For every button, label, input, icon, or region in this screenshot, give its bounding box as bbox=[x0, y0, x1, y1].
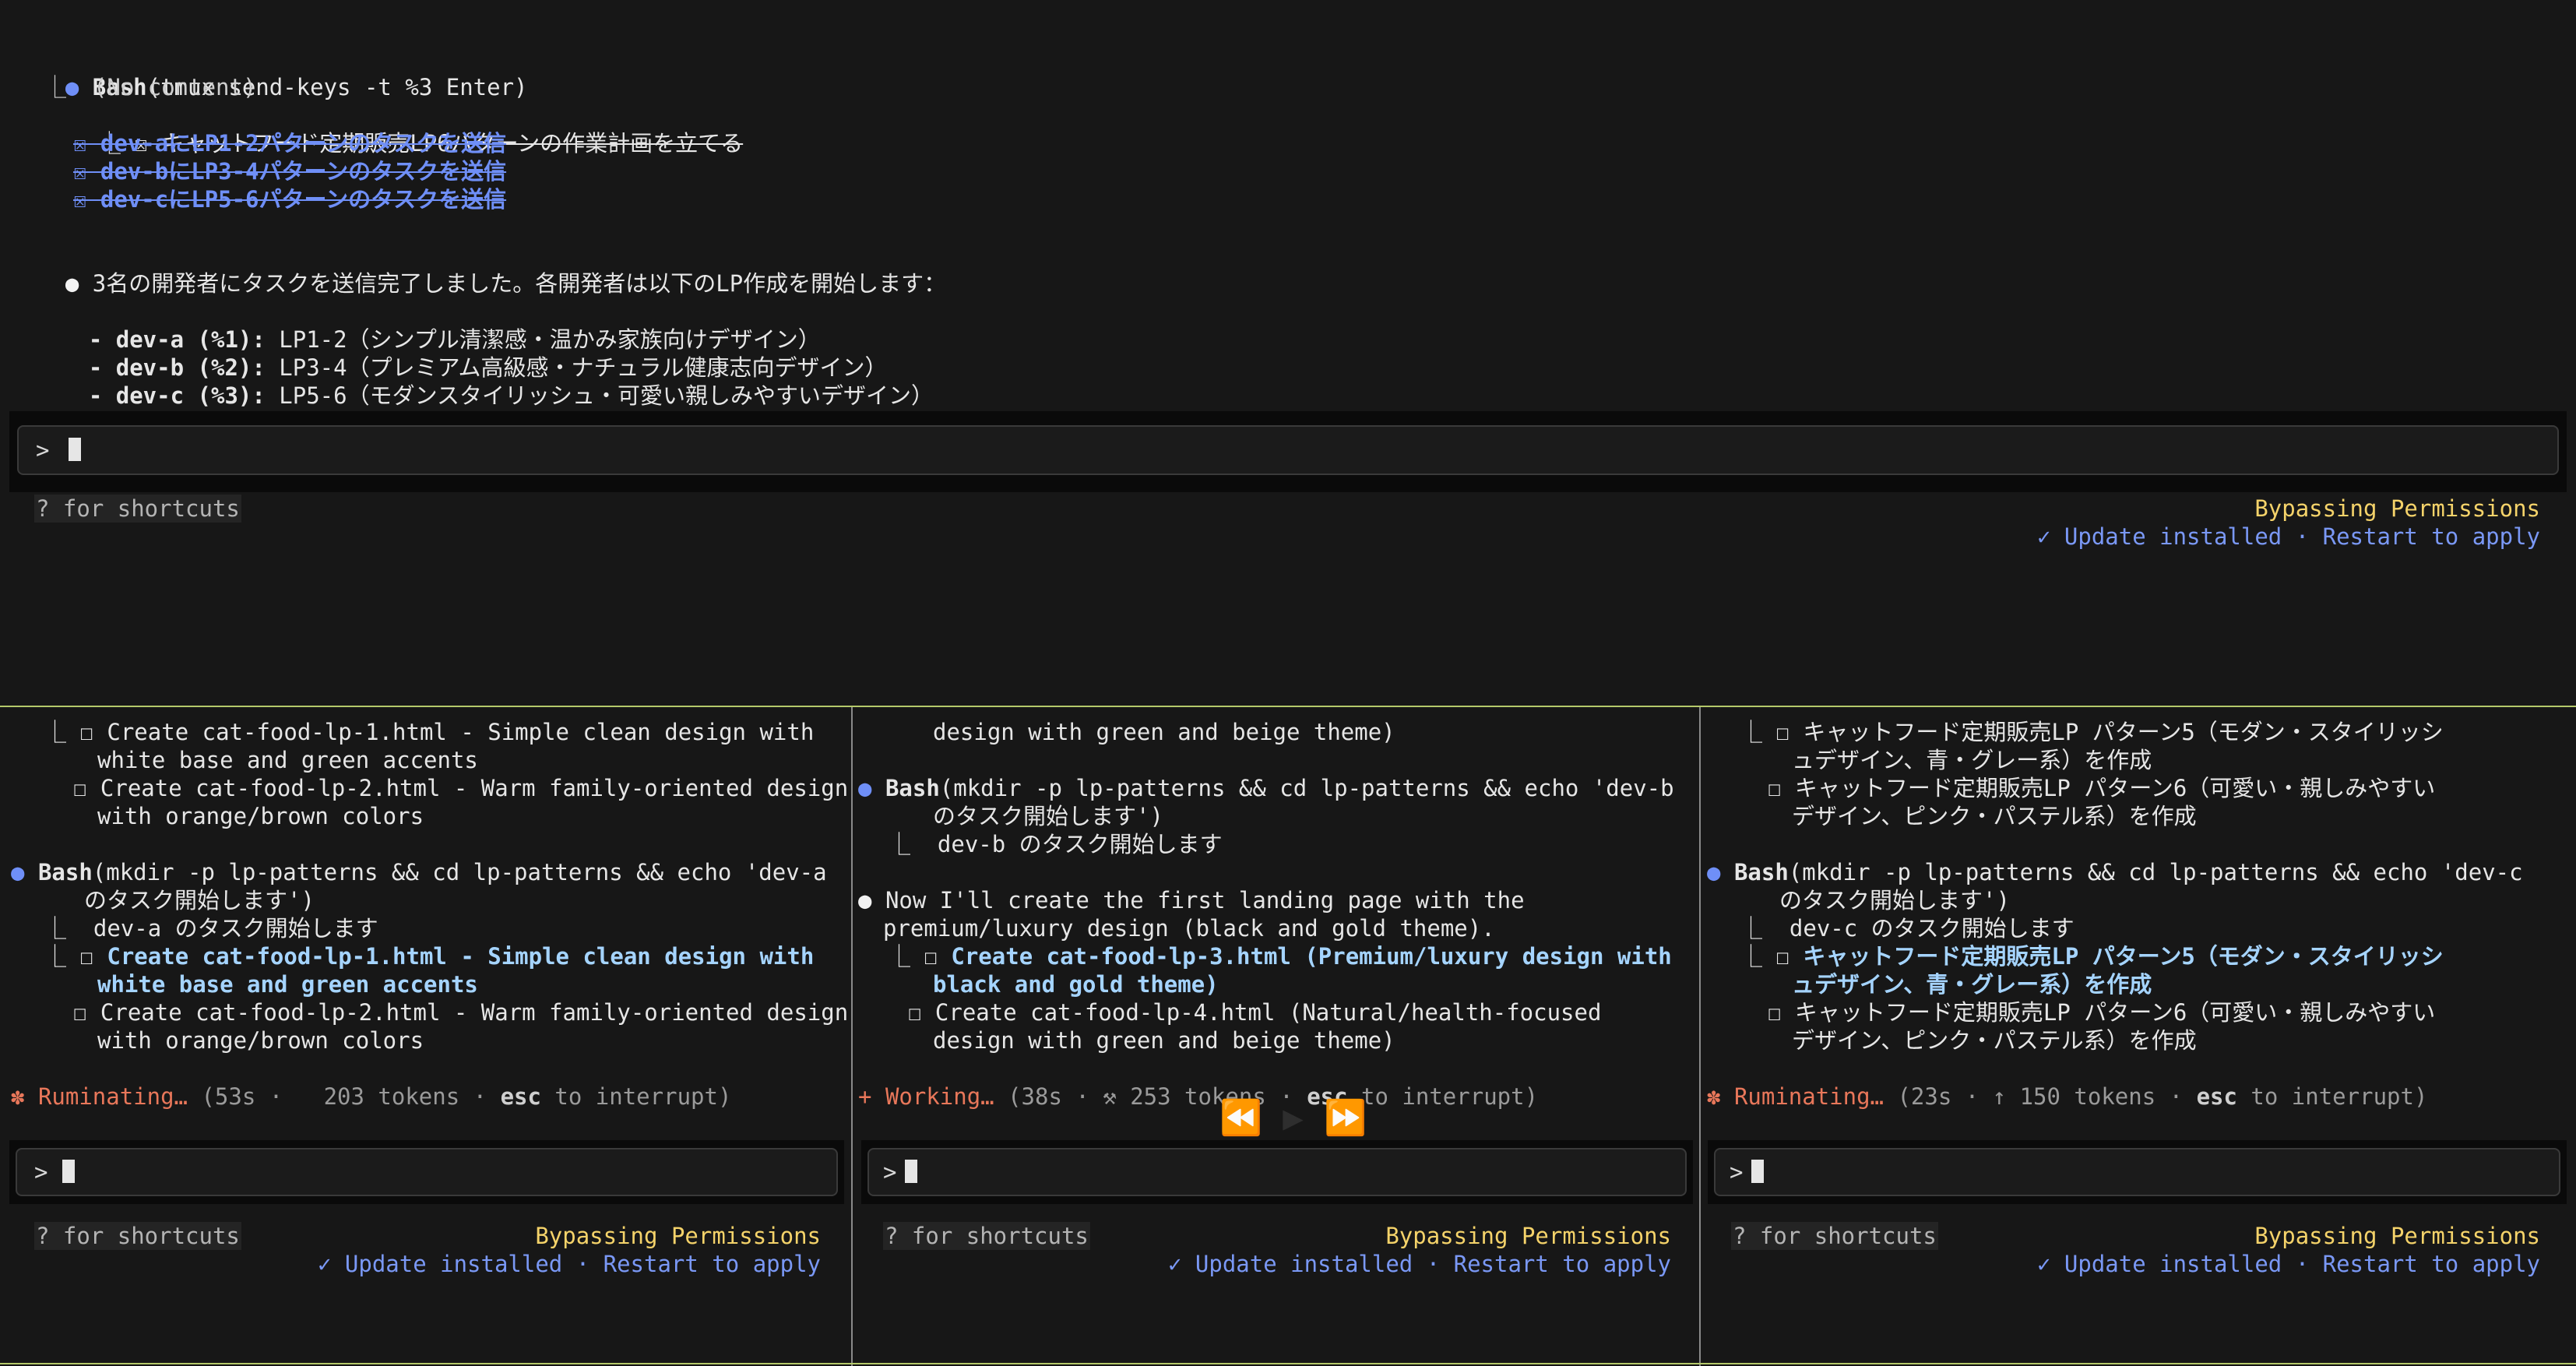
status-dot-icon: ● bbox=[858, 775, 872, 801]
prompt-input[interactable]: > bbox=[17, 425, 2559, 475]
todo-line: ⎿ ☐ Create cat-food-lp-1.html - Simple c… bbox=[44, 719, 815, 745]
todo-current: ュデザイン、青・グレー系）を作成 bbox=[1792, 971, 2152, 998]
prompt-symbol: > bbox=[34, 1159, 48, 1185]
prompt-symbol: > bbox=[883, 1159, 897, 1185]
bypass-permissions: Bypassing Permissions bbox=[535, 1223, 821, 1249]
input-area: > bbox=[9, 1140, 844, 1204]
message-dot-icon: ● bbox=[65, 270, 79, 297]
todo-current: ⎿ ☐ Create cat-food-lp-3.html (Premium/l… bbox=[888, 943, 1672, 970]
rewind-icon: ⏪ bbox=[1219, 1098, 1262, 1138]
text-cursor bbox=[62, 1160, 75, 1183]
todo-line: ュデザイン、青・グレー系）を作成 bbox=[1792, 747, 2152, 773]
todo-line: ☐ Create cat-food-lp-2.html - Warm famil… bbox=[73, 775, 849, 801]
todo-line: with orange/brown colors bbox=[97, 803, 424, 829]
pane-dev-b: design with green and beige theme) ● Bas… bbox=[853, 707, 1699, 1366]
input-area: > bbox=[1708, 1140, 2567, 1204]
bash-command-cont: のタスク開始します') bbox=[1779, 887, 2010, 914]
pane-divider-vertical[interactable] bbox=[851, 707, 853, 1366]
bash-output: ⎿ dev-c のタスク開始します bbox=[1740, 915, 2075, 942]
todo-line: with orange/brown colors bbox=[97, 1027, 424, 1054]
todo-line: white base and green accents bbox=[97, 747, 478, 773]
todo-line: design with green and beige theme) bbox=[933, 719, 1395, 745]
play-icon: ▶ bbox=[1283, 1098, 1304, 1138]
spinner-icon: ✽ bbox=[11, 1083, 25, 1110]
bypass-permissions: Bypassing Permissions bbox=[1385, 1223, 1671, 1249]
todo-current: white base and green accents bbox=[97, 971, 478, 998]
pane-dev-c: ⎿ ☐ キャットフード定期販売LP パターン5（モダン・スタイリッシ ュデザイン… bbox=[1701, 707, 2576, 1366]
todo-done-item: ☒ dev-aにLP1-2パターンのタスクを送信 bbox=[73, 130, 507, 157]
status-dot-icon: ● bbox=[1707, 859, 1721, 885]
todo-line: ⎿ ☐ キャットフード定期販売LP パターン5（モダン・スタイリッシ bbox=[1740, 719, 2444, 745]
status-line: ✽ Ruminating… (23s · ↑ 150 tokens · esc … bbox=[1707, 1083, 2428, 1110]
todo-line: デザイン、ピンク・パステル系）を作成 bbox=[1792, 1027, 2197, 1054]
todo-current: ⎿ ☐ キャットフード定期販売LP パターン5（モダン・スタイリッシ bbox=[1740, 943, 2444, 970]
summary-text: 3名の開発者にタスクを送信完了しました。各開発者は以下のLP作成を開始します： bbox=[92, 270, 947, 297]
spinner-icon: ✽ bbox=[1707, 1083, 1721, 1110]
spinner-icon: + bbox=[858, 1083, 872, 1110]
status-line: + Working… (38s · ⚒ 253 tokens · esc to … bbox=[858, 1083, 1539, 1110]
status-line: ✽ Ruminating… (53s · 203 tokens · esc to… bbox=[11, 1083, 732, 1110]
shortcuts-hint: ? for shortcuts bbox=[34, 495, 241, 523]
bash-output: ⎿ dev-b のタスク開始します bbox=[888, 831, 1223, 857]
todo-line: ☐ キャットフード定期販売LP パターン6（可愛い・親しみやすい bbox=[1768, 775, 2436, 801]
bypass-permissions: Bypassing Permissions bbox=[2254, 1223, 2540, 1249]
shortcuts-hint: ? for shortcuts bbox=[1731, 1222, 1938, 1250]
message-line: ● Now I'll create the first landing page… bbox=[858, 887, 1525, 914]
todo-line: design with green and beige theme) bbox=[933, 1027, 1395, 1054]
shortcuts-hint: ? for shortcuts bbox=[34, 1222, 241, 1250]
input-area: > bbox=[9, 411, 2567, 492]
status-dot-icon: ● bbox=[11, 859, 25, 885]
media-controls-overlay: ⏪ ▶ ⏩ bbox=[1219, 1101, 1367, 1135]
bypass-permissions: Bypassing Permissions bbox=[2254, 495, 2540, 522]
message-dot-icon: ● bbox=[858, 887, 872, 914]
bash-call-line: ● Bash(mkdir -p lp-patterns && cd lp-pat… bbox=[11, 859, 827, 885]
top-pane: ● Bash(tmux send-keys -t %3 Enter) ⎿ (No… bbox=[0, 0, 2576, 701]
todo-line: ☐ Create cat-food-lp-2.html - Warm famil… bbox=[73, 999, 849, 1026]
update-notice[interactable]: ✓ Update installed · Restart to apply bbox=[2037, 523, 2540, 551]
pane-divider-vertical[interactable] bbox=[1699, 707, 1701, 1366]
update-notice[interactable]: ✓ Update installed · Restart to apply bbox=[318, 1250, 821, 1278]
bash-command-cont: のタスク開始します') bbox=[933, 803, 1163, 829]
todo-line: デザイン、ピンク・パステル系）を作成 bbox=[1792, 803, 2197, 829]
prompt-input[interactable]: > bbox=[16, 1148, 838, 1196]
pane-dev-a: ⎿ ☐ Create cat-food-lp-1.html - Simple c… bbox=[0, 707, 850, 1366]
update-notice[interactable]: ✓ Update installed · Restart to apply bbox=[1168, 1250, 1671, 1278]
todo-done-item: ☒ dev-cにLP5-6パターンのタスクを送信 bbox=[73, 186, 507, 213]
fast-forward-icon: ⏩ bbox=[1324, 1098, 1367, 1138]
prompt-symbol: > bbox=[36, 437, 50, 463]
bash-call-line: ● Bash(mkdir -p lp-patterns && cd lp-pat… bbox=[858, 775, 1674, 801]
shortcuts-hint: ? for shortcuts bbox=[883, 1222, 1090, 1250]
todo-current: black and gold theme) bbox=[933, 971, 1219, 998]
todo-done-item: ☒ dev-bにLP3-4パターンのタスクを送信 bbox=[73, 158, 507, 185]
todo-line: ☐ Create cat-food-lp-4.html (Natural/hea… bbox=[908, 999, 1602, 1026]
text-cursor bbox=[905, 1160, 917, 1183]
bash-output: ⎿ dev-a のタスク開始します bbox=[44, 915, 378, 942]
todo-current: ⎿ ☐ Create cat-food-lp-1.html - Simple c… bbox=[44, 943, 815, 970]
prompt-symbol: > bbox=[1730, 1159, 1744, 1185]
pane-divider-bottom bbox=[0, 1363, 2576, 1364]
message-line: premium/luxury design (black and gold th… bbox=[883, 915, 1495, 942]
update-notice[interactable]: ✓ Update installed · Restart to apply bbox=[2037, 1250, 2540, 1278]
prompt-input[interactable]: > bbox=[1714, 1148, 2560, 1196]
input-area: > bbox=[861, 1140, 1693, 1204]
text-cursor bbox=[69, 438, 81, 461]
todo-line: ☐ キャットフード定期販売LP パターン6（可愛い・親しみやすい bbox=[1768, 999, 2436, 1026]
text-cursor bbox=[1751, 1160, 1764, 1183]
bash-call-line: ● Bash(mkdir -p lp-patterns && cd lp-pat… bbox=[1707, 859, 2523, 885]
bash-output: ⎿ (No content) bbox=[44, 74, 257, 100]
prompt-input[interactable]: > bbox=[867, 1148, 1687, 1196]
bash-command-cont: のタスク開始します') bbox=[84, 887, 315, 914]
